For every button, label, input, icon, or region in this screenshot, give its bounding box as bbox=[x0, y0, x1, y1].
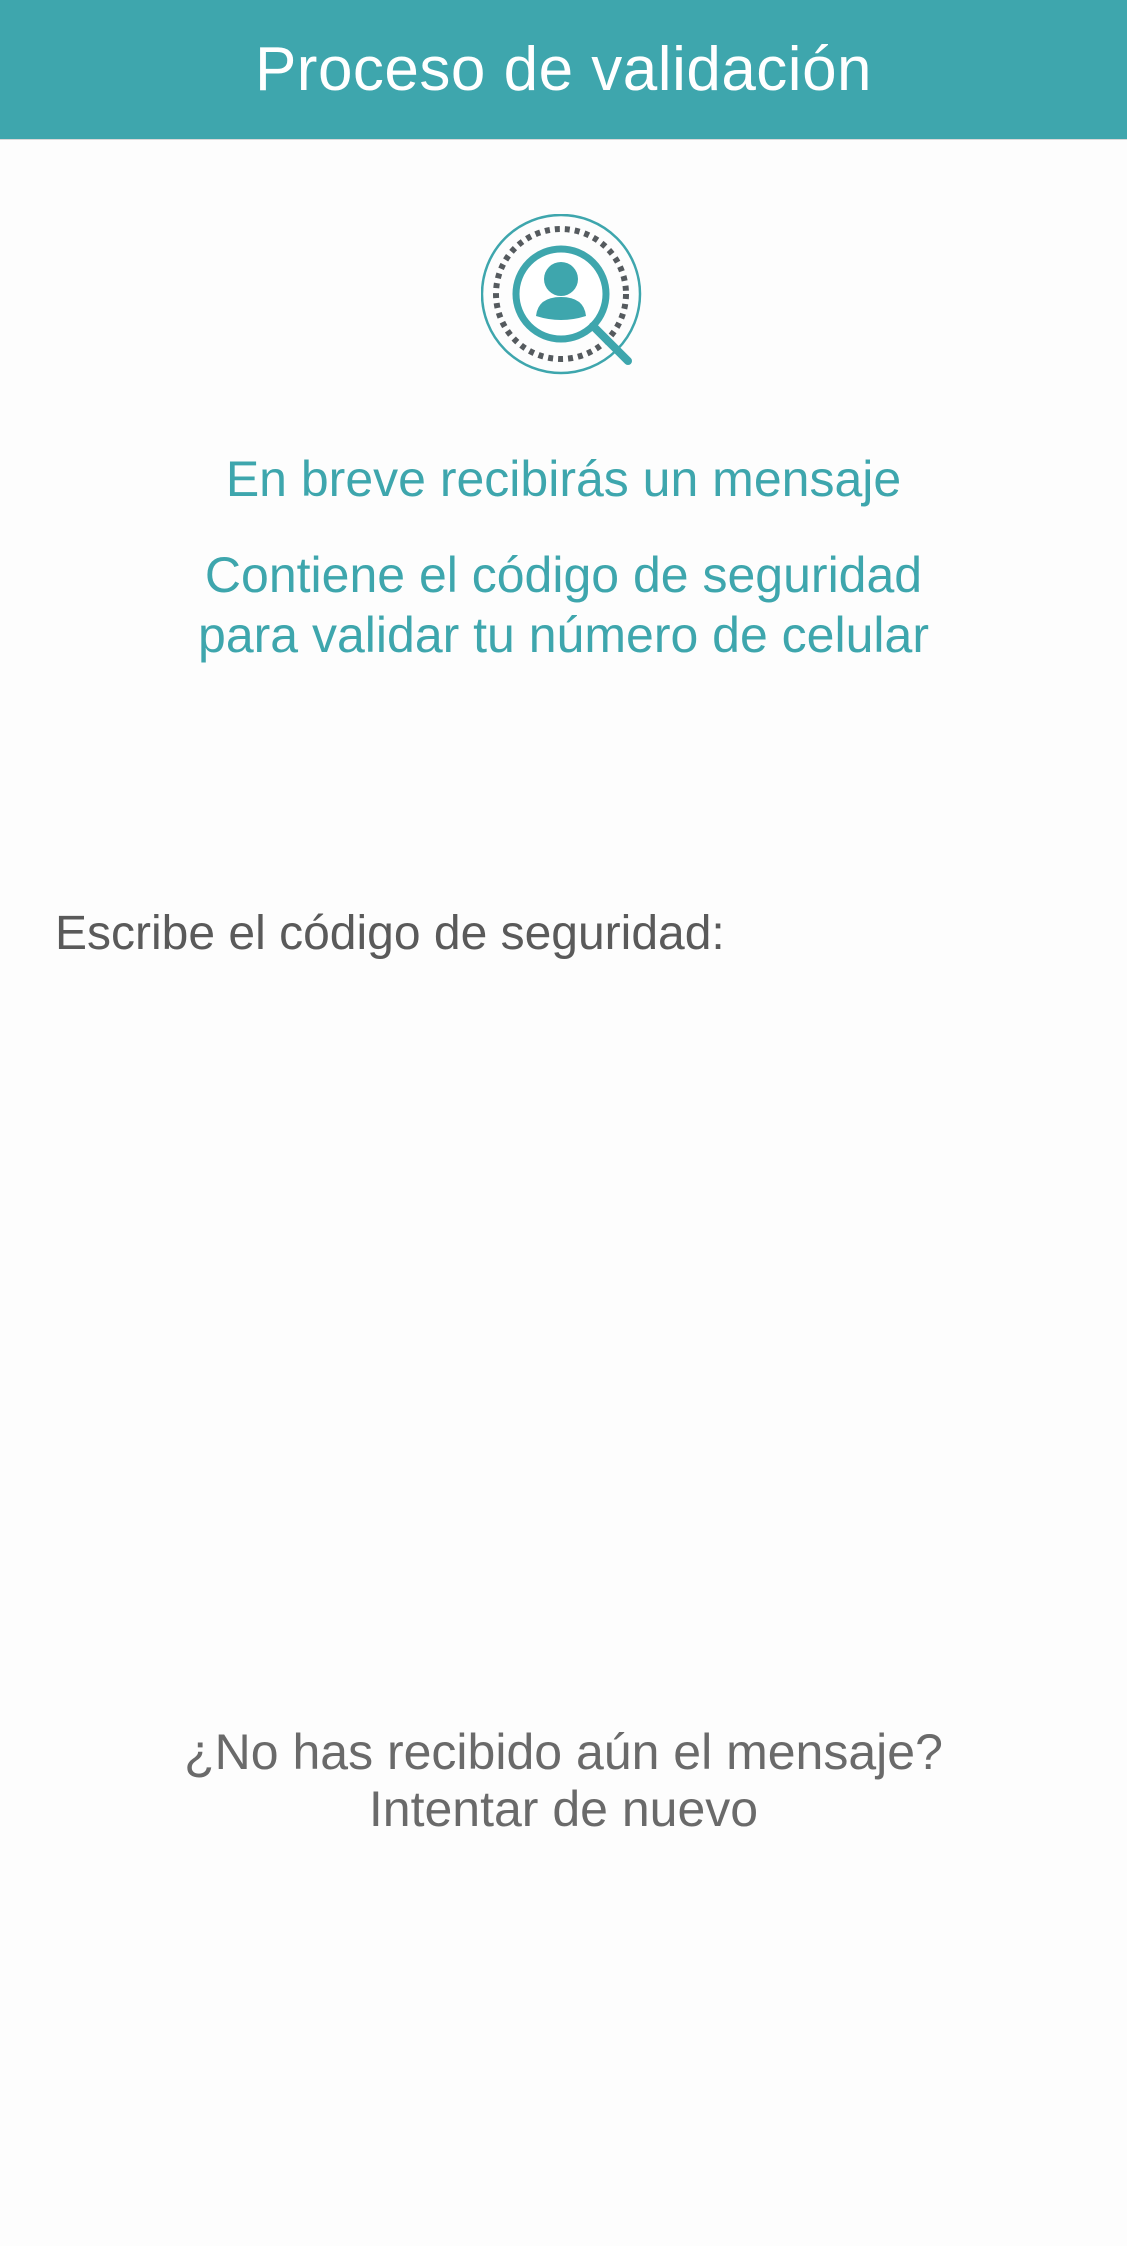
security-code-description: Contiene el código de seguridad para val… bbox=[0, 545, 1127, 665]
security-code-input[interactable] bbox=[55, 990, 1076, 1102]
retry-link[interactable]: Intentar de nuevo bbox=[369, 1781, 758, 1838]
security-code-description-line-1: Contiene el código de seguridad bbox=[204, 547, 923, 603]
message-sent-notice: En breve recibirás un mensaje bbox=[225, 451, 902, 507]
security-code-description-line-2: para validar tu número de celular bbox=[198, 607, 929, 663]
resend-question: ¿No has recibido aún el mensaje? bbox=[184, 1724, 943, 1780]
page-title: Proceso de validación bbox=[254, 35, 873, 104]
resend-section: ¿No has recibido aún el mensaje? Intenta… bbox=[0, 1724, 1127, 1838]
security-code-label: Escribe el código de seguridad: bbox=[55, 907, 725, 960]
app-header: Proceso de validación bbox=[0, 0, 1127, 140]
user-search-icon bbox=[481, 214, 642, 375]
